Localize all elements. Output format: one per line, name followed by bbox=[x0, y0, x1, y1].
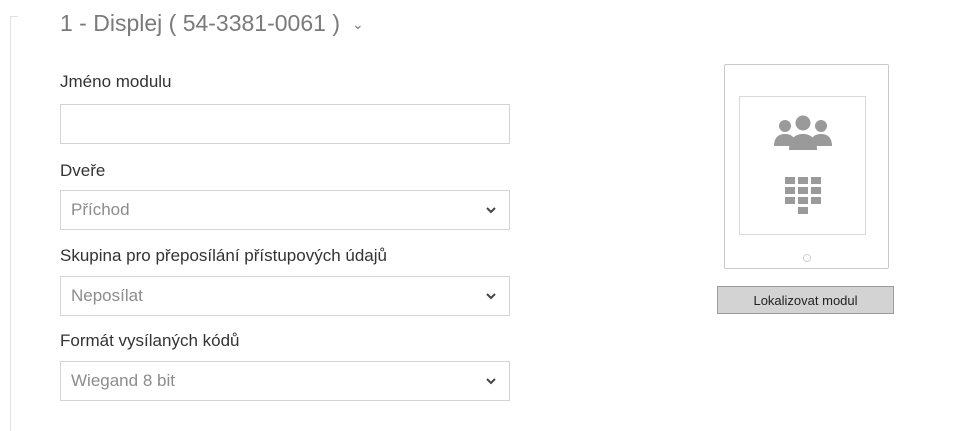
module-title: 1 - Displej ( 54-3381-0061 ) bbox=[60, 9, 340, 36]
code-format-select[interactable]: Wiegand 8 bit bbox=[60, 361, 510, 401]
chevron-down-icon bbox=[486, 207, 496, 214]
forward-group-label: Skupina pro přeposílání přístupových úda… bbox=[60, 246, 387, 265]
locate-module-button[interactable]: Lokalizovat modul bbox=[717, 286, 894, 314]
section-frame-tick bbox=[10, 16, 18, 17]
keypad-panel bbox=[739, 165, 866, 235]
chevron-down-icon: ⌄ bbox=[351, 15, 364, 32]
door-label: Dveře bbox=[60, 161, 106, 180]
door-select[interactable]: Příchod bbox=[60, 190, 510, 230]
keypad-icon bbox=[784, 176, 821, 214]
code-format-select-value: Wiegand 8 bit bbox=[71, 371, 175, 390]
forward-group-select-value: Neposílat bbox=[71, 286, 143, 305]
code-format-label: Formát vysílaných kódů bbox=[60, 331, 240, 350]
chevron-down-icon bbox=[486, 293, 496, 300]
status-led-icon bbox=[803, 254, 811, 262]
forward-group-select[interactable]: Neposílat bbox=[60, 276, 510, 316]
display-panel bbox=[739, 96, 866, 167]
module-device-preview bbox=[724, 64, 889, 269]
door-select-value: Příchod bbox=[71, 200, 130, 219]
module-name-label: Jméno modulu bbox=[60, 72, 172, 91]
people-group-icon bbox=[773, 115, 832, 150]
chevron-down-icon bbox=[486, 378, 496, 385]
module-section-header[interactable]: 1 - Displej ( 54-3381-0061 ) ⌄ bbox=[60, 6, 364, 40]
module-name-input[interactable] bbox=[60, 104, 510, 144]
section-frame-line bbox=[10, 16, 11, 431]
